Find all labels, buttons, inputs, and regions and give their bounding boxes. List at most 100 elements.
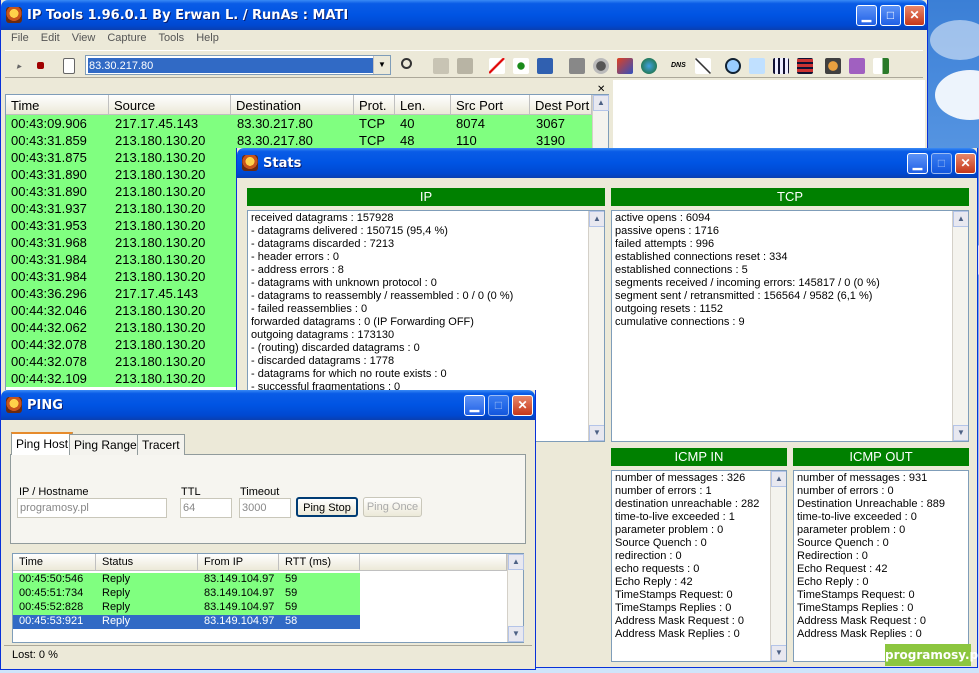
dns-icon[interactable]: DNS	[667, 54, 689, 76]
close-pane-icon[interactable]: ✕	[597, 84, 605, 95]
crosshair-icon[interactable]	[721, 54, 743, 76]
table-row[interactable]: 00:43:31.984 213.180.130.20	[6, 268, 238, 285]
table-row[interactable]: 00:43:31.984 213.180.130.20	[6, 251, 238, 268]
ip-scrollbar[interactable]: ▲ ▼	[588, 211, 604, 441]
list-item[interactable]: 00:45:53:921 Reply 83.149.104.97 58	[13, 615, 360, 629]
trace-icon[interactable]	[691, 54, 713, 76]
gear-icon[interactable]	[589, 54, 611, 76]
col-ping-time[interactable]: Time	[13, 554, 96, 571]
menu-capture[interactable]: Capture	[101, 30, 152, 48]
close-button[interactable]: ✕	[955, 153, 976, 174]
col-protocol[interactable]: Prot.	[354, 95, 395, 115]
scroll-up-icon[interactable]: ▲	[771, 471, 786, 487]
table-cell: 8074	[456, 116, 485, 131]
chevron-down-icon[interactable]: ▼	[373, 56, 390, 74]
maximize-button[interactable]: □	[931, 153, 952, 174]
stats-title-bar[interactable]: Stats ▁ □ ✕	[237, 148, 977, 178]
table-row[interactable]: 00:43:09.906 217.17.45.143 83.30.217.80 TCP…	[6, 115, 592, 132]
folder-icon[interactable]	[429, 54, 451, 76]
minimize-button[interactable]: ▁	[856, 5, 877, 26]
globe-icon[interactable]	[637, 54, 659, 76]
menu-file[interactable]: File	[5, 30, 35, 48]
scroll-down-icon[interactable]: ▼	[771, 645, 786, 661]
graph-icon[interactable]	[485, 54, 507, 76]
col-time[interactable]: Time	[6, 95, 109, 115]
col-destination[interactable]: Destination	[231, 95, 354, 115]
stat-line: Address Mask Request : 0	[797, 615, 927, 627]
ping-stop-button[interactable]: Ping Stop	[296, 497, 358, 517]
table-row[interactable]: 00:44:32.109 213.180.130.20	[6, 370, 238, 387]
stat-line: - datagrams to reassembly / reassembled …	[251, 290, 514, 302]
scroll-up-icon[interactable]: ▲	[508, 554, 524, 570]
maximize-button[interactable]: □	[488, 395, 509, 416]
list-item[interactable]: 00:45:50:546 Reply 83.149.104.97 59	[13, 573, 360, 587]
ping-title-bar[interactable]: PING ▁ □ ✕	[1, 390, 535, 420]
ping-once-button[interactable]: Ping Once	[363, 497, 422, 517]
col-ping-from[interactable]: From IP	[198, 554, 279, 571]
tab-ping-range[interactable]: Ping Range	[69, 434, 142, 455]
user-icon[interactable]	[821, 54, 843, 76]
table-row[interactable]: 00:43:31.890 213.180.130.20	[6, 166, 238, 183]
minimize-button[interactable]: ▁	[464, 395, 485, 416]
menu-edit[interactable]: Edit	[35, 30, 66, 48]
scroll-up-icon[interactable]: ▲	[589, 211, 604, 227]
close-button[interactable]: ✕	[512, 395, 533, 416]
table-row[interactable]: 00:44:32.046 213.180.130.20	[6, 302, 238, 319]
tab-tracert[interactable]: Tracert	[137, 434, 185, 455]
table-row[interactable]: 00:43:31.953 213.180.130.20	[6, 217, 238, 234]
menu-tools[interactable]: Tools	[153, 30, 191, 48]
disabled-icon[interactable]	[453, 54, 475, 76]
search-icon[interactable]	[397, 54, 419, 76]
hostname-field[interactable]: programosy.pl	[17, 498, 167, 518]
scroll-down-icon[interactable]: ▼	[508, 626, 524, 642]
table-row[interactable]: 00:44:32.062 213.180.130.20	[6, 319, 238, 336]
scroll-down-icon[interactable]: ▼	[953, 425, 968, 441]
ping-scrollbar[interactable]: ▲ ▼	[507, 554, 524, 642]
address-combo[interactable]: ▼	[85, 55, 391, 75]
new-file-icon[interactable]	[57, 54, 79, 76]
table-row[interactable]: 00:43:36.296 217.17.45.143	[6, 285, 238, 302]
play-icon[interactable]: ▸	[7, 54, 29, 76]
cube-icon[interactable]	[613, 54, 635, 76]
minimize-button[interactable]: ▁	[907, 153, 928, 174]
menu-view[interactable]: View	[66, 30, 102, 48]
address-input[interactable]	[88, 58, 374, 73]
scroll-up-icon[interactable]: ▲	[593, 95, 609, 111]
tcp-scrollbar[interactable]: ▲ ▼	[952, 211, 968, 441]
ttl-field[interactable]: 64	[180, 498, 232, 518]
col-ping-status[interactable]: Status	[96, 554, 198, 571]
table-icon[interactable]	[769, 54, 791, 76]
grid-icon[interactable]	[793, 54, 815, 76]
timeout-field[interactable]: 3000	[239, 498, 291, 518]
list-item[interactable]: 00:45:52:828 Reply 83.149.104.97 59	[13, 601, 360, 615]
menu-help[interactable]: Help	[190, 30, 225, 48]
list-item[interactable]: 00:45:51:734 Reply 83.149.104.97 59	[13, 587, 360, 601]
table-row[interactable]: 00:43:31.859 213.180.130.20 83.30.217.80 TC…	[6, 132, 592, 149]
table-row[interactable]: 00:43:31.968 213.180.130.20	[6, 234, 238, 251]
close-button[interactable]: ✕	[904, 5, 925, 26]
stop-icon[interactable]	[29, 54, 51, 76]
table-row[interactable]: 00:43:31.875 213.180.130.20	[6, 149, 238, 166]
col-ping-rtt[interactable]: RTT (ms)	[279, 554, 360, 571]
col-length[interactable]: Len.	[395, 95, 451, 115]
col-src-port[interactable]: Src Port	[451, 95, 530, 115]
computers-icon[interactable]	[533, 54, 555, 76]
scroll-down-icon[interactable]: ▼	[589, 425, 604, 441]
table-row[interactable]: 00:43:31.937 213.180.130.20	[6, 200, 238, 217]
table-row[interactable]: 00:43:31.890 213.180.130.20	[6, 183, 238, 200]
icmp-in-scrollbar[interactable]: ▲ ▼	[770, 471, 786, 661]
list-cell: 00:45:53:921	[19, 615, 84, 627]
monitor-icon[interactable]	[565, 54, 587, 76]
table-row[interactable]: 00:44:32.078 213.180.130.20	[6, 336, 238, 353]
col-dest-port[interactable]: Dest Port	[530, 95, 592, 115]
settings-icon[interactable]	[845, 54, 867, 76]
scroll-up-icon[interactable]: ▲	[953, 211, 968, 227]
tab-ping-host[interactable]: Ping Host	[11, 432, 74, 455]
network-icon[interactable]	[509, 54, 531, 76]
col-source[interactable]: Source	[109, 95, 231, 115]
binary-icon[interactable]	[745, 54, 767, 76]
main-title-bar[interactable]: IP Tools 1.96.0.1 By Erwan L. / RunAs : …	[1, 0, 927, 30]
export-icon[interactable]	[869, 54, 891, 76]
maximize-button[interactable]: □	[880, 5, 901, 26]
table-row[interactable]: 00:44:32.078 213.180.130.20	[6, 353, 238, 370]
